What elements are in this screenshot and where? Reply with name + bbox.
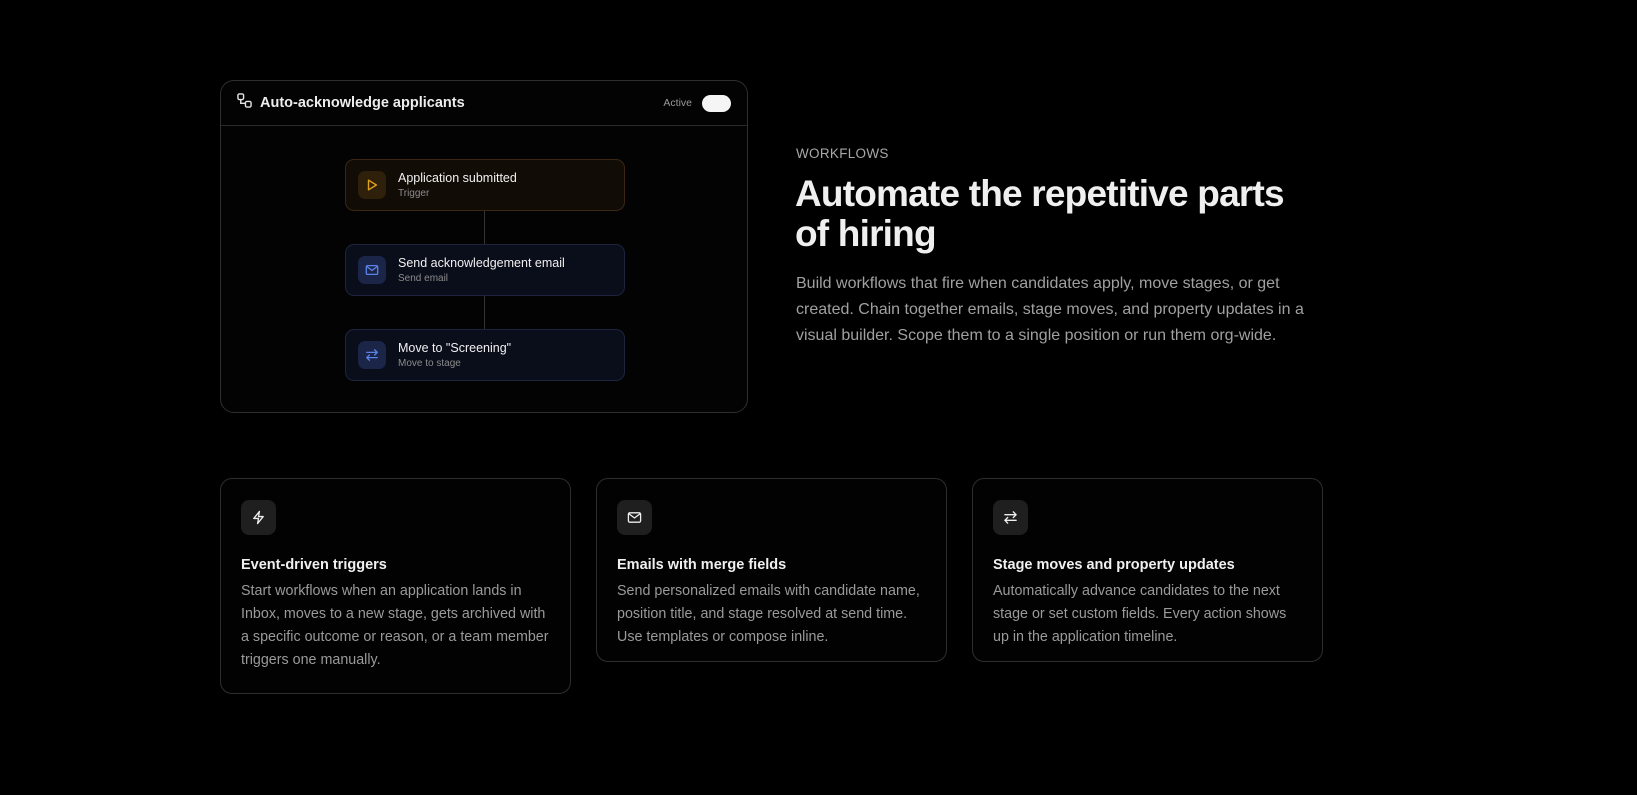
node-title: Application submitted bbox=[398, 171, 517, 185]
feature-description: Start workflows when an application land… bbox=[241, 583, 549, 668]
node-subtitle: Send email bbox=[398, 273, 449, 284]
section-eyebrow: WORKFLOWS bbox=[796, 146, 889, 161]
feature-title: Event-driven triggers bbox=[241, 557, 387, 573]
status-label: Active bbox=[663, 97, 692, 109]
feature-card-emails: Emails with merge fields Send personaliz… bbox=[596, 478, 947, 662]
workflow-node-move-stage[interactable]: Move to "Screening" Move to stage bbox=[345, 329, 625, 381]
section-description: Build workflows that fire when candidate… bbox=[796, 275, 1304, 344]
feature-title: Emails with merge fields bbox=[617, 557, 787, 573]
feature-card-stage-moves: Stage moves and property updates Automat… bbox=[972, 478, 1323, 662]
node-title: Send acknowledgement email bbox=[398, 256, 565, 270]
mail-icon bbox=[617, 500, 652, 535]
mail-icon bbox=[358, 256, 386, 284]
workflow-icon bbox=[237, 93, 252, 113]
feature-description: Automatically advance candidates to the … bbox=[993, 583, 1287, 645]
active-toggle[interactable] bbox=[702, 94, 731, 112]
section-heading: Automate the repetitive parts of hiring bbox=[795, 173, 1285, 254]
play-icon bbox=[358, 171, 386, 199]
node-subtitle: Move to stage bbox=[398, 358, 461, 369]
lightning-icon bbox=[241, 500, 276, 535]
workflow-node-send-email[interactable]: Send acknowledgement email Send email bbox=[345, 244, 625, 296]
workflow-title: Auto-acknowledge applicants bbox=[260, 95, 465, 111]
arrows-swap-icon bbox=[993, 500, 1028, 535]
connector-line bbox=[484, 211, 485, 244]
node-title: Move to "Screening" bbox=[398, 341, 512, 355]
workflow-node-trigger[interactable]: Application submitted Trigger bbox=[345, 159, 625, 211]
node-subtitle: Trigger bbox=[398, 188, 430, 199]
feature-description: Send personalized emails with candidate … bbox=[617, 583, 920, 645]
arrows-swap-icon bbox=[358, 341, 386, 369]
feature-card-triggers: Event-driven triggers Start workflows wh… bbox=[220, 478, 571, 694]
connector-line bbox=[484, 296, 485, 329]
workflow-header: Auto-acknowledge applicants Active bbox=[221, 81, 747, 126]
workflow-preview-card: Auto-acknowledge applicants Active Appli… bbox=[220, 80, 748, 413]
feature-title: Stage moves and property updates bbox=[993, 557, 1235, 573]
